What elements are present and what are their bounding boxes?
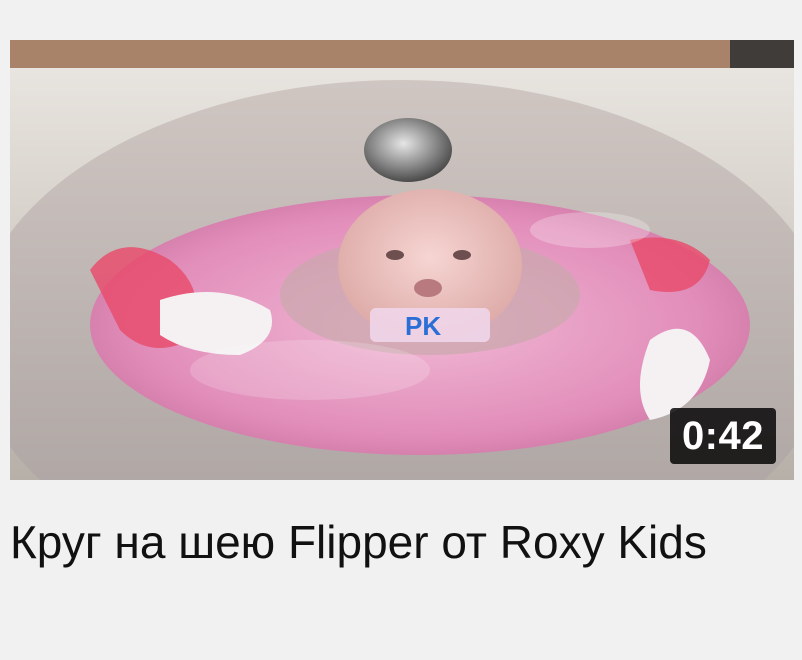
video-card[interactable]: PK 0:42 Круг на шею Flipper от Roxy Kids xyxy=(0,0,802,660)
ring-label-text: PK xyxy=(405,311,441,341)
duration-badge: 0:42 xyxy=(669,408,776,464)
video-thumbnail[interactable]: PK 0:42 xyxy=(10,40,794,480)
video-title[interactable]: Круг на шею Flipper от Roxy Kids xyxy=(10,514,780,570)
